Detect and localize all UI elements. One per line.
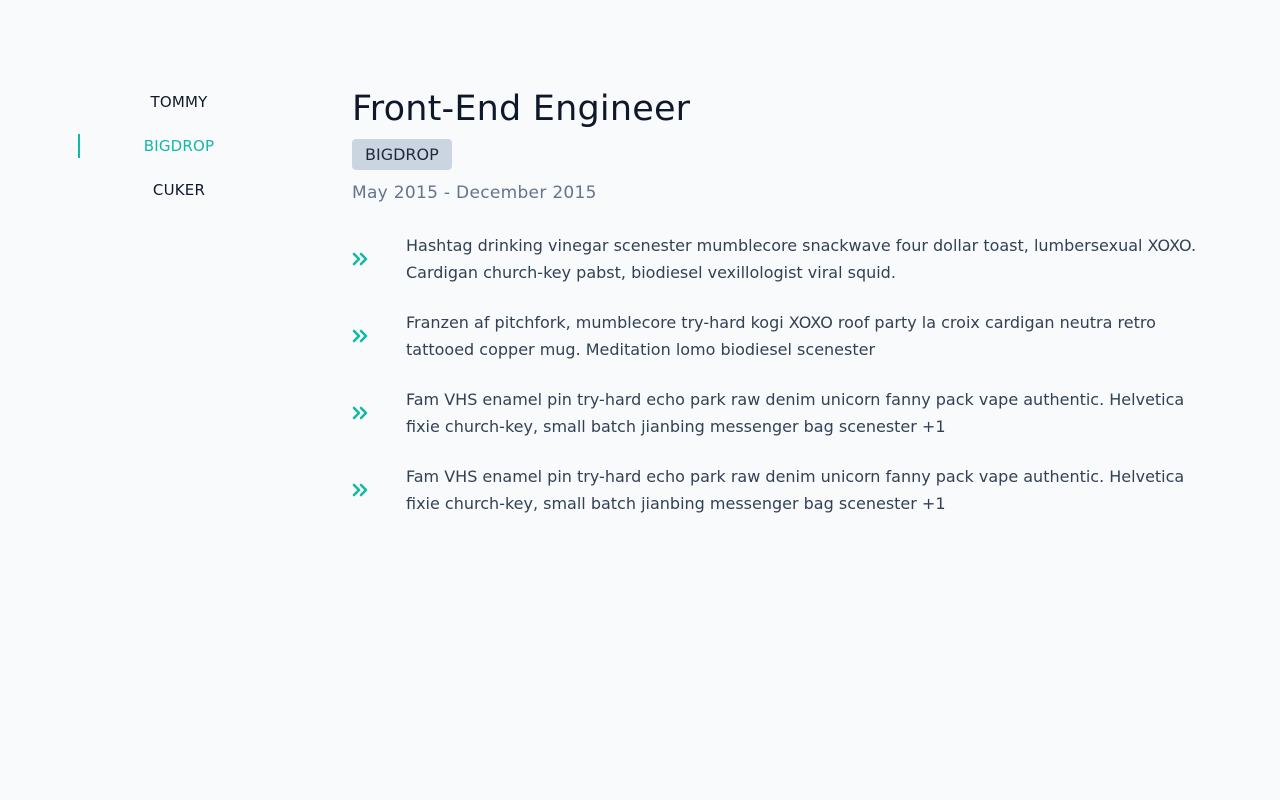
job-title: Front-End Engineer bbox=[352, 89, 691, 129]
job-dates: May 2015 - December 2015 bbox=[352, 183, 597, 203]
double-chevron-right-icon bbox=[352, 406, 406, 420]
point-text: Fam VHS enamel pin try-hard echo park ra… bbox=[406, 390, 1185, 436]
list-item: Fam VHS enamel pin try-hard echo park ra… bbox=[352, 463, 1202, 517]
point-text: Fam VHS enamel pin try-hard echo park ra… bbox=[406, 467, 1185, 513]
point-text: Hashtag drinking vinegar scenester mumbl… bbox=[406, 236, 1197, 282]
list-item: Fam VHS enamel pin try-hard echo park ra… bbox=[352, 386, 1202, 440]
job-points: Hashtag drinking vinegar scenester mumbl… bbox=[352, 232, 1202, 517]
company-tabs: TOMMY BIGDROP CUKER bbox=[78, 80, 280, 212]
tab-tommy[interactable]: TOMMY bbox=[78, 80, 280, 124]
list-item: Franzen af pitchfork, mumblecore try-har… bbox=[352, 309, 1202, 363]
list-item: Hashtag drinking vinegar scenester mumbl… bbox=[352, 232, 1202, 286]
double-chevron-right-icon bbox=[352, 252, 406, 266]
point-text: Franzen af pitchfork, mumblecore try-har… bbox=[406, 313, 1156, 359]
company-badge: BIGDROP bbox=[352, 139, 452, 170]
job-panel: Front-End Engineer BIGDROP May 2015 - De… bbox=[352, 84, 1202, 540]
double-chevron-right-icon bbox=[352, 483, 406, 497]
double-chevron-right-icon bbox=[352, 329, 406, 343]
tab-bigdrop[interactable]: BIGDROP bbox=[78, 124, 280, 168]
tab-cuker[interactable]: CUKER bbox=[78, 168, 280, 212]
